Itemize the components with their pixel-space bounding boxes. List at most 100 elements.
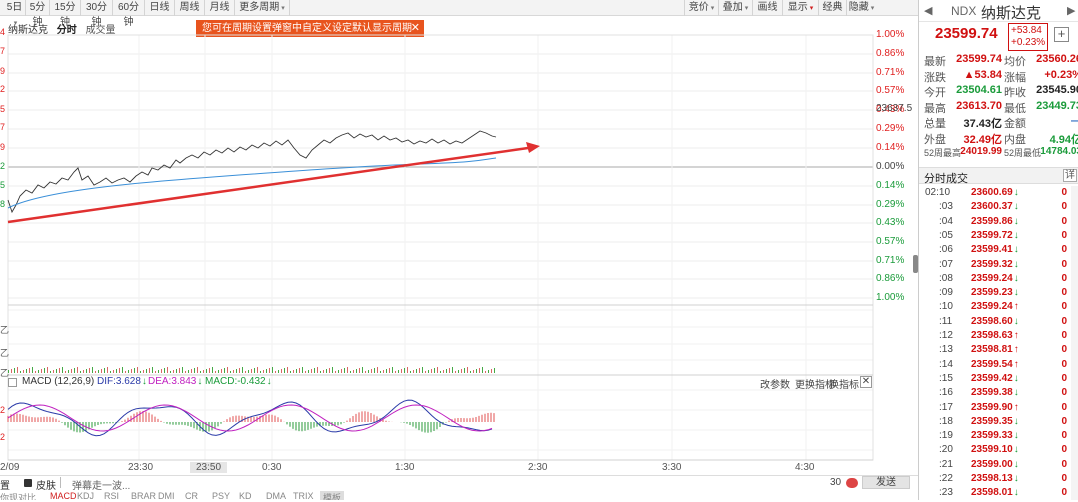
tick-price: 23599.24↓ [971,272,1019,284]
volume-bar [59,368,60,373]
chevron-right-icon[interactable]: ▶ [1067,4,1075,17]
price-tick-label: 4 [0,27,6,37]
tick-row: :16 23599.38↓ 0 [919,387,1071,401]
volume-bar [107,367,108,373]
volume-bar [200,371,201,373]
tick-volume: 0 [1061,315,1067,327]
volume-bar [455,371,456,373]
indicator-tab[interactable]: 你现对比 [0,491,36,500]
toggle-icon[interactable] [846,478,858,488]
arrow-down-icon: ↓ [1013,430,1019,442]
indicator-tab[interactable]: 模板 [320,491,345,500]
volume-bar [146,369,147,373]
indicator-tab[interactable]: MACD [50,491,77,500]
tick-volume: 0 [1061,244,1067,256]
indicator-tab[interactable]: BRAR [131,491,156,500]
arrow-down-icon: ↓ [1013,215,1019,227]
indicator-tab[interactable]: KDJ [77,491,94,500]
indicator-tab[interactable]: PSY [212,491,230,500]
swap-indicator-button[interactable]: 换指标 [829,376,859,391]
add-favorite-button[interactable]: + [1054,27,1069,42]
collapse-handle[interactable] [913,255,918,273]
indicator-tab[interactable]: DMA [266,491,286,500]
volume-bar [206,369,207,373]
volume-bar [383,370,384,373]
chevron-left-icon[interactable]: ◀ [924,4,932,17]
volume-bar [122,367,123,373]
volume-bar [458,370,459,373]
indicator-tab[interactable]: DMI [158,491,175,500]
tick-row: :05 23599.72↓ 0 [919,230,1071,244]
detail-button[interactable]: 详 [1063,169,1077,182]
volume-bar [128,370,129,373]
danmu-bar: 置 皮肤 弹幕走一波... 30 发送 [0,475,918,492]
send-button[interactable]: 发送 [862,476,910,489]
indicator-tab[interactable]: CR [185,491,198,500]
volume-bar [380,371,381,373]
tick-time: :21 [939,458,953,470]
volume-bar [215,371,216,373]
expand-icon[interactable] [8,378,17,387]
volume-bar [113,370,114,373]
tick-volume: 0 [1061,229,1067,241]
change-params-button[interactable]: 改参数 [760,376,790,391]
skin-button[interactable]: 皮肤 [36,477,56,492]
macd-dif: DIF:3.628↓ [97,376,147,387]
indicator-tab[interactable]: RSI [104,491,119,500]
tick-time: :16 [939,387,953,399]
volume-bar [320,371,321,373]
volume-bar [167,367,168,373]
tick-price: 23600.69↓ [971,187,1019,198]
quote-label: 昨收 [1004,87,1026,99]
tick-row: :06 23599.41↓ 0 [919,244,1071,258]
price-line [7,130,497,214]
percent-tick-label: 1.00% [876,292,905,303]
volume-bar [464,368,465,373]
indicator-tab[interactable]: TRIX [293,491,314,500]
volume-bar [143,370,144,373]
indicator-tab[interactable]: KD [239,491,252,500]
arrow-down-icon: ↓ [1013,201,1019,213]
volume-bar [83,370,84,373]
volume-bar [23,370,24,373]
volume-bar [179,368,180,373]
volume-bar [332,367,333,373]
scrollbar[interactable] [1071,186,1078,500]
arrow-up-icon: ↑ [1013,330,1019,341]
tick-time: :20 [939,444,953,456]
close-icon[interactable]: ✕ [860,376,872,388]
quote-label: 涨幅 [1004,71,1026,84]
volume-bar [11,369,12,373]
tick-price: 23598.13↓ [971,473,1019,484]
volume-bar [329,368,330,373]
volume-bar [56,369,57,373]
volume-bar [368,370,369,373]
arrow-down-icon: ↓ [1013,387,1019,399]
danmu-input[interactable]: 弹幕走一波... [72,477,130,492]
tick-price: 23599.42↓ [971,372,1019,384]
volume-bar [437,367,438,373]
quote-label: 均价 [1004,56,1026,68]
percent-tick-label: 0.86% [876,273,905,284]
quote-value: 37.43亿 [963,118,1002,130]
volume-bar [263,370,264,373]
intraday-chart[interactable] [0,0,918,500]
volume-bar [74,368,75,373]
volume-bar [410,371,411,373]
volume-bar [287,367,288,373]
volume-tick-label: 乙 [0,325,10,335]
volume-bar [41,369,42,373]
volume-bar [92,367,93,373]
tick-price: 23599.33↓ [971,430,1019,442]
volume-bar [125,371,126,373]
settings-label[interactable]: 置 [0,477,10,492]
percent-tick-label: 0.43% [876,217,905,228]
tick-price: 23599.24↑ [971,301,1019,313]
volume-bar [278,370,279,373]
volume-bar [359,368,360,373]
volume-bar [290,371,291,373]
price-tick-label: 9 [0,66,6,76]
volume-bar [86,369,87,373]
volume-bar [116,369,117,373]
tick-price: 23599.41↓ [971,244,1019,256]
